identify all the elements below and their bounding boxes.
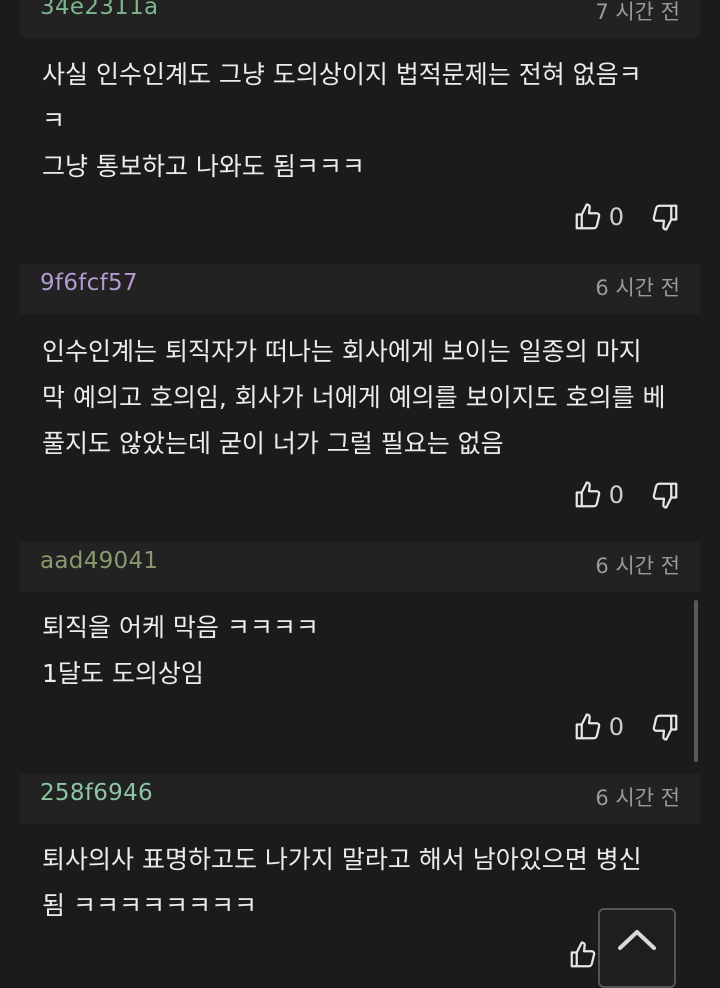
vote-bar: 0 <box>573 710 680 744</box>
comment-header: aad49041 6 시간 전 <box>20 542 700 592</box>
comment-timestamp: 6 시간 전 <box>595 786 680 810</box>
comment-author-id[interactable]: aad49041 <box>40 548 158 574</box>
comment-line: 막 예의고 호의임, 회사가 너에게 예의를 보이지도 호의를 베 <box>42 383 666 412</box>
like-button[interactable]: 0 <box>573 712 650 742</box>
comment-header: 34e2311a 7 시간 전 <box>20 0 700 38</box>
comment-line: 풀지도 않았는데 굳이 너가 그럴 필요는 없음 <box>42 429 504 458</box>
comment-text: 퇴사의사 표명하고도 나가지 말라고 해서 남아있으면 병신 됨 ㅋㅋㅋㅋㅋㅋㅋ… <box>42 837 692 929</box>
thumbs-up-icon <box>575 481 601 508</box>
comment-timestamp: 6 시간 전 <box>595 554 680 578</box>
comment-line: 1달도 도의상임 <box>42 659 204 688</box>
dislike-button[interactable] <box>650 480 680 510</box>
comment-text: 퇴직을 어케 막음 ㅋㅋㅋㅋ 1달도 도의상임 <box>42 605 692 697</box>
comment-line: 인수인계는 퇴직자가 떠나는 회사에게 보이는 일종의 마지 <box>42 337 642 366</box>
comment-author-id[interactable]: 258f6946 <box>40 780 153 806</box>
comment-timestamp: 6 시간 전 <box>595 276 680 300</box>
comment-line: 퇴직을 어케 막음 ㅋㅋㅋㅋ <box>42 613 319 642</box>
comment-line: 됨 ㅋㅋㅋㅋㅋㅋㅋㅋ <box>42 891 257 920</box>
like-count: 0 <box>608 713 624 741</box>
thumbs-up-icon <box>575 713 601 740</box>
scroll-to-top-button[interactable] <box>598 908 676 988</box>
comment-line: 퇴사의사 표명하고도 나가지 말라고 해서 남아있으면 병신 <box>42 845 642 874</box>
comment-author-id[interactable]: 34e2311a <box>40 0 158 20</box>
comment-line: 그냥 통보하고 나와도 됨ㅋㅋㅋ <box>42 152 365 181</box>
vote-bar: 0 <box>573 200 680 234</box>
comment-text: 사실 인수인계도 그냥 도의상이지 법적문제는 전혀 없음ㅋ ㅋ 그냥 통보하고… <box>42 52 692 190</box>
comment-text: 인수인계는 퇴직자가 떠나는 회사에게 보이는 일종의 마지 막 예의고 호의임… <box>42 329 692 467</box>
comment-timestamp: 7 시간 전 <box>595 0 680 24</box>
thumbs-up-icon <box>575 203 601 230</box>
comment-author-id[interactable]: 9f6fcf57 <box>40 270 138 296</box>
thumbs-down-icon <box>652 482 678 509</box>
like-count: 0 <box>608 481 624 509</box>
comment-line: 사실 인수인계도 그냥 도의상이지 법적문제는 전혀 없음ㅋ <box>42 60 642 89</box>
like-button[interactable]: 0 <box>573 480 650 510</box>
thumbs-up-icon[interactable] <box>568 940 598 970</box>
dislike-button[interactable] <box>650 712 680 742</box>
comment-line: ㅋ <box>42 106 66 135</box>
thumbs-down-icon <box>652 714 678 741</box>
dislike-button[interactable] <box>650 202 680 232</box>
like-button[interactable]: 0 <box>573 202 650 232</box>
scrollbar[interactable] <box>694 600 698 762</box>
thumbs-down-icon <box>652 204 678 231</box>
comment-header: 9f6fcf57 6 시간 전 <box>20 264 700 314</box>
comment-header: 258f6946 6 시간 전 <box>20 774 700 824</box>
chevron-up-icon <box>618 930 656 950</box>
like-count: 0 <box>608 203 624 231</box>
vote-bar: 0 <box>573 478 680 512</box>
